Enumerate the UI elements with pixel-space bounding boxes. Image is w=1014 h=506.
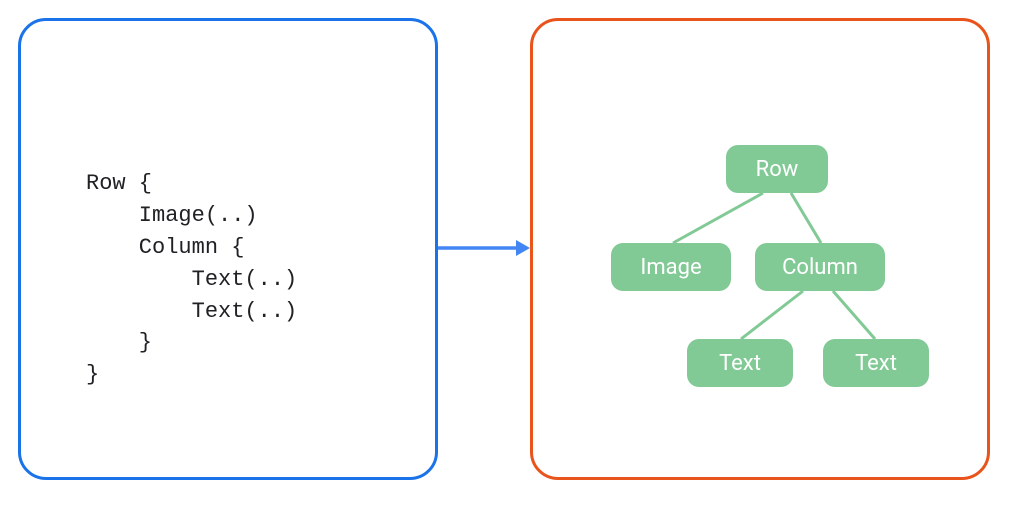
tree-node-row: Row [726,145,828,193]
tree-node-image: Image [611,243,731,291]
tree-node-text: Text [687,339,793,387]
node-label: Text [855,351,897,376]
node-label: Image [640,255,701,280]
arrow-icon [438,236,530,260]
tree-node-text: Text [823,339,929,387]
code-panel: Row { Image(..) Column { Text(..) Text(.… [18,18,438,480]
node-label: Text [719,351,761,376]
tree-panel: Row Image Column Text Text [530,18,990,480]
node-label: Row [756,157,799,182]
tree-diagram: Row Image Column Text Text [533,21,987,477]
tree-node-column: Column [755,243,885,291]
code-block: Row { Image(..) Column { Text(..) Text(.… [86,168,297,391]
node-label: Column [782,255,858,280]
